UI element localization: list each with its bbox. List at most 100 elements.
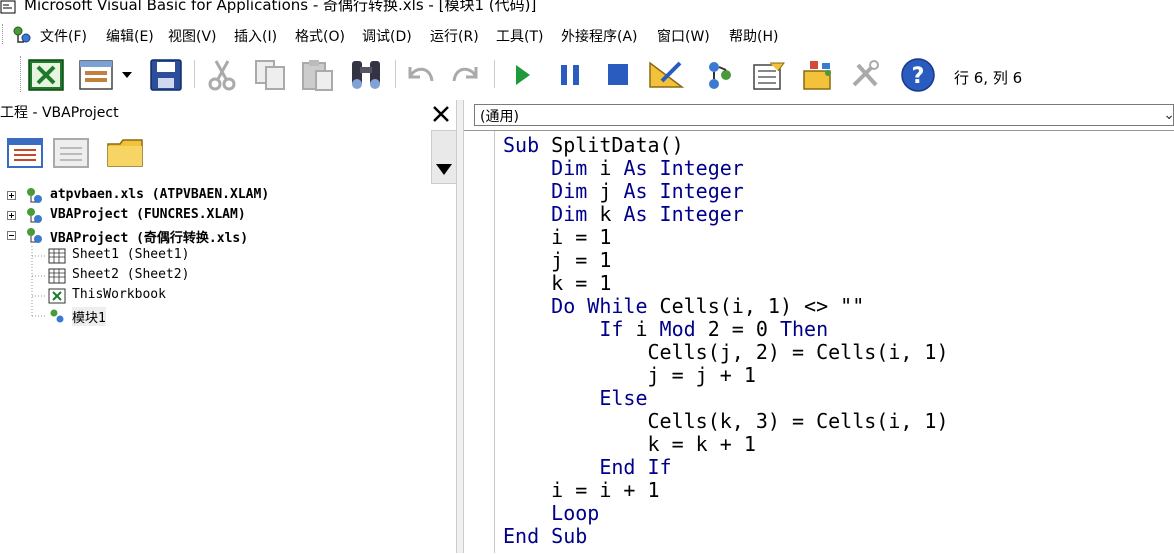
project-explorer-header: 工程 - VBAProject xyxy=(0,100,456,129)
code-line[interactable]: k = 1 xyxy=(503,272,949,295)
project-explorer-icon[interactable] xyxy=(700,57,740,93)
tree-item-module1[interactable]: 模块1 xyxy=(0,306,456,326)
code-keyword: Dim xyxy=(551,156,600,180)
code-token: k xyxy=(599,202,624,226)
menu-tools[interactable]: 工具(T) xyxy=(496,26,543,46)
code-keyword: As Integer xyxy=(623,179,744,203)
view-object-icon[interactable] xyxy=(52,136,90,170)
menu-addins[interactable]: 外接程序(A) xyxy=(561,26,638,46)
insert-dropdown-icon[interactable] xyxy=(116,57,138,93)
cursor-position-status: 行 6, 列 6 xyxy=(954,69,1023,87)
menu-bar: 文件(F) 编辑(E) 视图(V) 插入(I) 格式(O) 调试(D) 运行(R… xyxy=(0,22,1174,48)
code-line[interactable]: Sub SplitData() xyxy=(503,134,949,157)
code-line[interactable]: Dim i As Integer xyxy=(503,157,949,180)
code-line[interactable]: Loop xyxy=(503,502,949,525)
code-line[interactable]: i = i + 1 xyxy=(503,479,949,502)
code-line[interactable]: Else xyxy=(503,387,949,410)
code-line[interactable]: Cells(j, 2) = Cells(i, 1) xyxy=(503,340,949,364)
toggle-folders-icon[interactable] xyxy=(106,136,146,170)
cut-icon[interactable] xyxy=(202,57,242,93)
tree-item-label: Sheet2 (Sheet2) xyxy=(72,267,190,282)
code-token: i = 1 xyxy=(503,225,612,249)
paste-icon[interactable] xyxy=(298,57,338,93)
margin-indicator-bar[interactable] xyxy=(466,131,495,553)
close-icon[interactable] xyxy=(430,103,452,125)
code-keyword: Loop xyxy=(551,501,600,525)
expand-icon[interactable] xyxy=(7,191,16,200)
explorer-scrollbar[interactable] xyxy=(431,130,458,184)
tree-item-sheet2[interactable]: Sheet2 (Sheet2) xyxy=(0,266,456,286)
toolbox-icon[interactable] xyxy=(846,57,886,93)
undo-icon[interactable] xyxy=(400,57,440,93)
reset-icon[interactable] xyxy=(598,57,638,93)
code-keyword: If xyxy=(599,317,636,341)
save-icon[interactable] xyxy=(146,57,186,93)
window-title: Microsoft Visual Basic for Applications … xyxy=(24,0,537,14)
object-browser-icon[interactable] xyxy=(798,57,838,93)
menu-bar-grip[interactable] xyxy=(2,24,6,44)
help-icon[interactable]: ? xyxy=(898,57,938,93)
code-line[interactable]: k = k + 1 xyxy=(503,433,949,456)
tree-item-sheet1[interactable]: Sheet1 (Sheet1) xyxy=(0,246,456,266)
code-keyword: Mod xyxy=(659,317,708,341)
expand-icon[interactable] xyxy=(7,211,16,220)
copy-icon[interactable] xyxy=(250,57,290,93)
redo-icon[interactable] xyxy=(446,57,486,93)
collapse-icon[interactable] xyxy=(7,231,16,240)
code-line[interactable]: End If xyxy=(503,456,949,479)
menu-insert[interactable]: 插入(I) xyxy=(234,26,277,46)
code-line[interactable]: j = j + 1 xyxy=(503,364,949,387)
object-combobox[interactable]: (通用) ⌄ xyxy=(474,104,1174,126)
workbook-icon xyxy=(48,288,66,304)
tree-item-current-project[interactable]: VBAProject (奇偶行转换.xls) xyxy=(0,226,456,246)
menu-help[interactable]: 帮助(H) xyxy=(729,26,778,46)
code-line[interactable]: Dim j As Integer xyxy=(503,180,949,203)
code-line[interactable]: End Sub xyxy=(503,525,949,548)
vba-project-icon[interactable] xyxy=(10,24,34,46)
toolbar-separator xyxy=(494,60,495,88)
project-explorer-title: 工程 - VBAProject xyxy=(0,105,119,121)
pane-splitter[interactable] xyxy=(456,100,464,553)
tree-item-funcres[interactable]: VBAProject (FUNCRES.XLAM) xyxy=(0,206,456,226)
code-line[interactable]: Cells(k, 3) = Cells(i, 1) xyxy=(503,410,948,433)
code-text[interactable]: Sub SplitData() Dim i As Integer Dim j A… xyxy=(503,134,949,548)
menu-window[interactable]: 窗口(W) xyxy=(657,26,710,46)
menu-format[interactable]: 格式(O) xyxy=(295,26,345,46)
tree-item-atpvbaen[interactable]: atpvbaen.xls (ATPVBAEN.XLAM) xyxy=(0,186,456,206)
menu-debug[interactable]: 调试(D) xyxy=(362,26,412,46)
vba-app-icon xyxy=(0,0,16,14)
find-icon[interactable] xyxy=(346,57,386,93)
design-mode-icon[interactable] xyxy=(646,57,686,93)
chevron-down-icon[interactable]: ⌄ xyxy=(1163,107,1174,123)
menu-file[interactable]: 文件(F) xyxy=(40,26,87,46)
code-token: Cells(j, 2) = Cells(i, 1) xyxy=(503,340,949,364)
chevron-down-icon[interactable] xyxy=(434,161,454,177)
code-token: j = j + 1 xyxy=(503,363,756,387)
code-token: i xyxy=(599,156,624,180)
code-line[interactable]: Do While Cells(i, 1) <> "" xyxy=(503,295,949,318)
tree-item-thisworkbook[interactable]: ThisWorkbook xyxy=(0,286,456,306)
break-icon[interactable] xyxy=(550,57,590,93)
properties-window-icon[interactable] xyxy=(748,57,788,93)
toolbar-grip[interactable] xyxy=(20,56,24,92)
insert-userform-icon[interactable] xyxy=(76,57,116,93)
code-line[interactable]: If i Mod 2 = 0 Then xyxy=(503,318,949,341)
code-token: j = 1 xyxy=(503,248,612,272)
menu-view[interactable]: 视图(V) xyxy=(168,26,217,46)
code-line[interactable]: j = 1 xyxy=(503,249,949,272)
project-explorer-toolbar xyxy=(0,128,456,182)
view-code-icon[interactable] xyxy=(6,136,44,170)
run-icon[interactable] xyxy=(502,57,542,93)
object-combobox-value: (通用) xyxy=(480,109,519,125)
code-line[interactable]: Dim k As Integer xyxy=(503,203,949,226)
code-line[interactable]: i = 1 xyxy=(503,226,949,249)
menu-edit[interactable]: 编辑(E) xyxy=(106,26,154,46)
code-keyword: Dim xyxy=(551,179,600,203)
view-excel-icon[interactable] xyxy=(26,57,66,93)
menu-run[interactable]: 运行(R) xyxy=(430,26,479,46)
standard-toolbar: ? 行 6, 列 6 xyxy=(0,50,1174,100)
